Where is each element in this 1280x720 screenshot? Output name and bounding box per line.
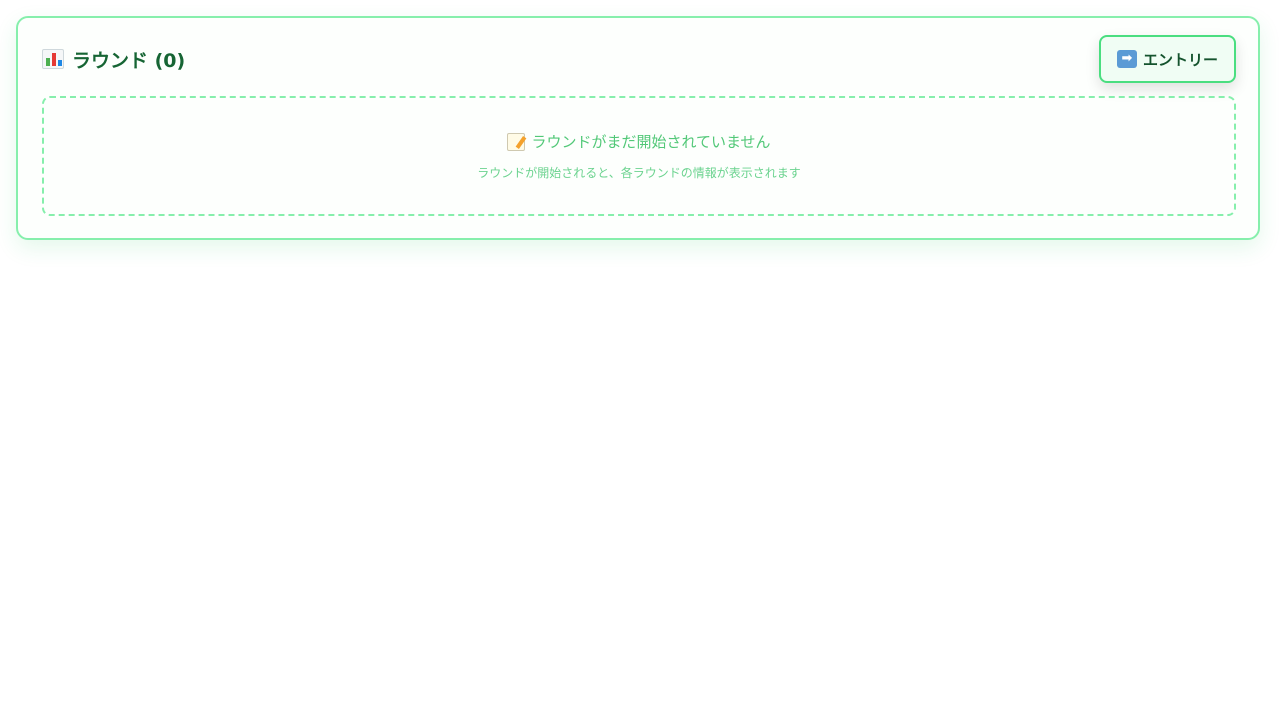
panel-title-text: ラウンド (0) (72, 49, 186, 72)
memo-icon (507, 132, 526, 151)
empty-state-title: ラウンドがまだ開始されていません (507, 131, 771, 152)
entry-button[interactable]: ➡ エントリー (1098, 35, 1236, 83)
bar-chart-icon (42, 49, 64, 69)
rounds-panel-header: ラウンド (0) ➡ エントリー (42, 34, 1236, 84)
rounds-panel: ラウンド (0) ➡ エントリー ラウンドがまだ開始されていません ラウンドが開… (16, 16, 1260, 240)
empty-state: ラウンドがまだ開始されていません ラウンドが開始されると、各ラウンドの情報が表示… (42, 96, 1236, 216)
empty-state-title-text: ラウンドがまだ開始されていません (531, 133, 771, 151)
right-arrow-icon: ➡ (1116, 50, 1137, 68)
empty-state-description: ラウンドが開始されると、各ラウンドの情報が表示されます (477, 166, 801, 180)
entry-button-label: エントリー (1142, 50, 1218, 69)
panel-title: ラウンド (0) (42, 46, 185, 73)
